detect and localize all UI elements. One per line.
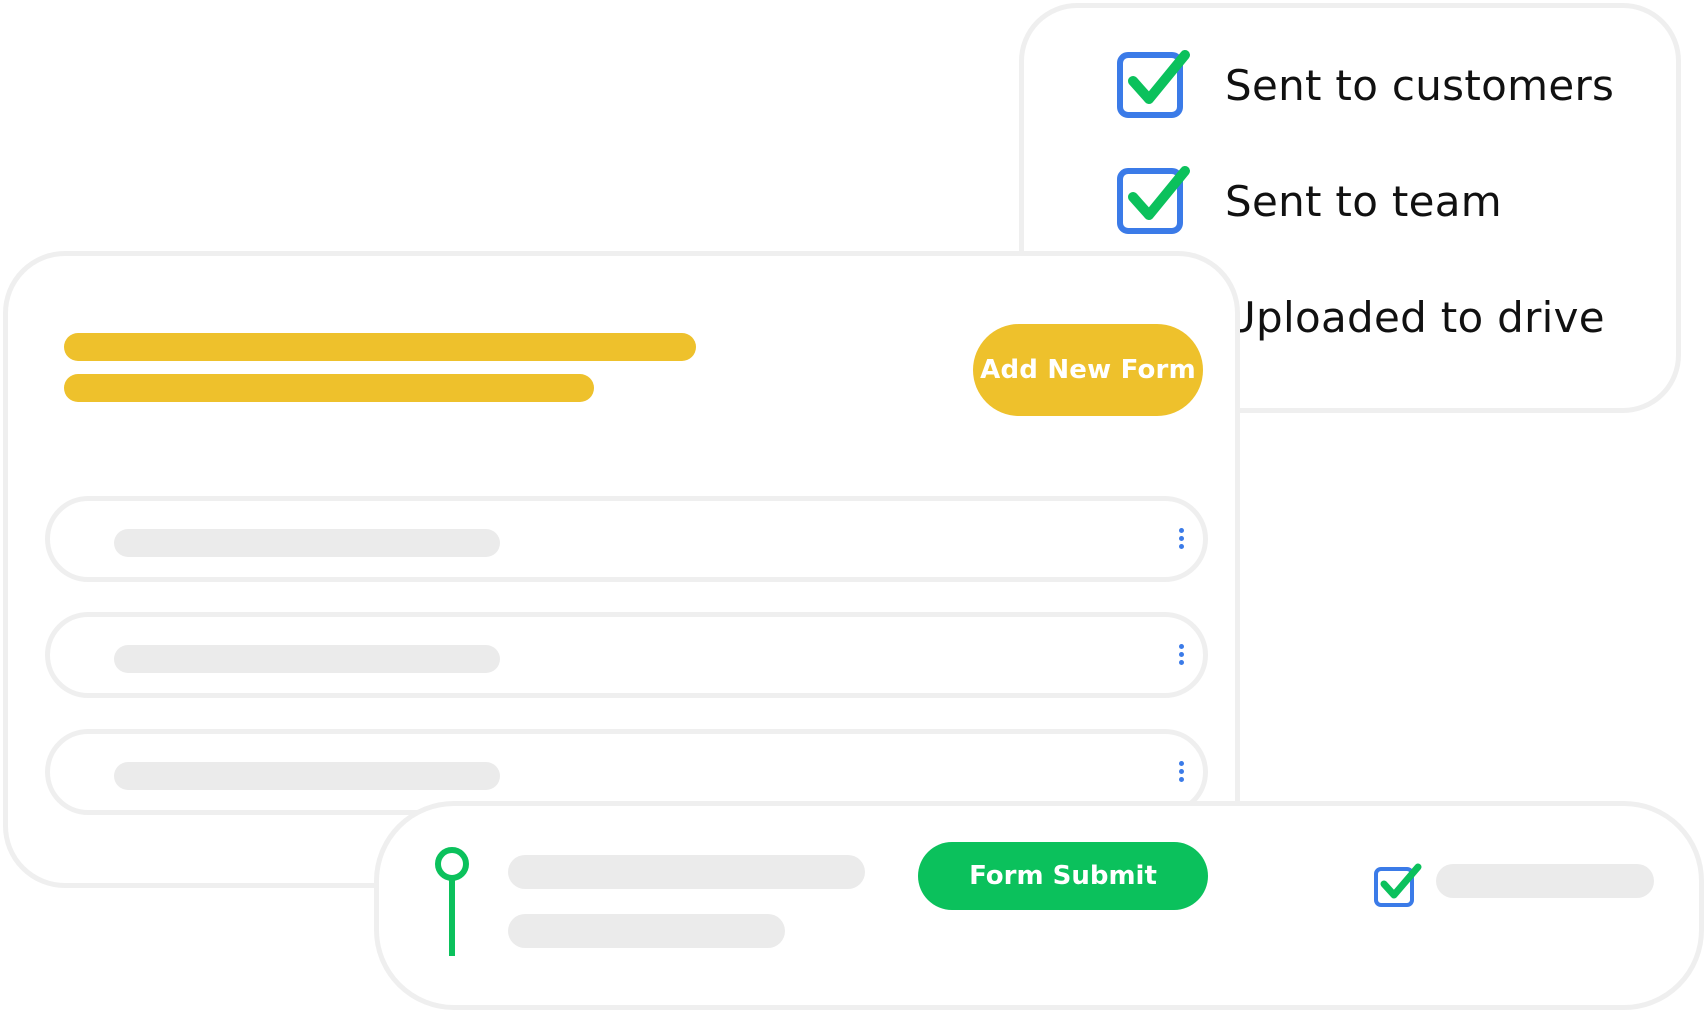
checklist-item-label: Sent to customers	[1225, 60, 1615, 110]
status-text-placeholder	[1436, 864, 1654, 898]
checklist-item-team[interactable]: Sent to team	[1115, 165, 1502, 237]
form-name-placeholder	[114, 762, 500, 790]
forms-panel: Add New Form	[3, 251, 1240, 888]
submission-subtitle-placeholder	[508, 914, 785, 948]
checkbox-checked-icon[interactable]	[1115, 47, 1191, 123]
form-row[interactable]	[45, 612, 1208, 698]
checklist-item-label: Uploaded to drive	[1225, 292, 1605, 342]
checklist-item-customers[interactable]: Sent to customers	[1115, 49, 1614, 121]
checkbox-checked-icon[interactable]	[1373, 862, 1423, 908]
submission-card: Form Submit	[374, 801, 1704, 1010]
checklist-item-label: Sent to team	[1225, 176, 1503, 226]
more-vertical-icon[interactable]	[1171, 758, 1191, 790]
checkbox-checked-icon[interactable]	[1115, 163, 1191, 239]
title-placeholder	[64, 333, 696, 361]
more-vertical-icon[interactable]	[1171, 641, 1191, 673]
submission-title-placeholder	[508, 855, 865, 889]
form-row[interactable]	[45, 496, 1208, 582]
pin-icon	[431, 846, 473, 958]
more-vertical-icon[interactable]	[1171, 525, 1191, 557]
form-name-placeholder	[114, 645, 500, 673]
subtitle-placeholder	[64, 374, 594, 402]
form-submit-button[interactable]: Form Submit	[918, 842, 1208, 910]
form-name-placeholder	[114, 529, 500, 557]
add-new-form-button[interactable]: Add New Form	[973, 324, 1203, 416]
